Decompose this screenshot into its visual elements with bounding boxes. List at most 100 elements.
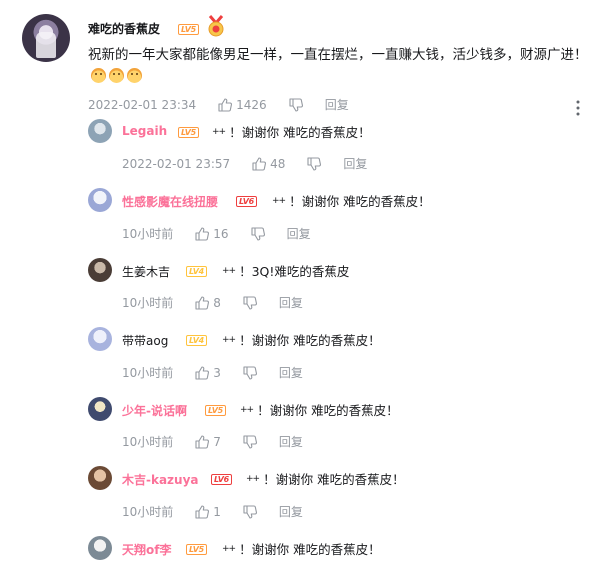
dislike-button[interactable] xyxy=(243,295,257,310)
level-badge: LV5 xyxy=(178,127,199,138)
reply-text: ++ ！谢谢你 难吃的香蕉皮！ xyxy=(246,469,405,488)
comment-date: 10小时前 xyxy=(122,435,174,449)
dislike-button[interactable] xyxy=(243,434,257,449)
comment-text: 祝新的一年大家都能像男足一样，一直在摆烂，一直赚大钱，活少钱多，财源广进！ xyxy=(88,45,588,87)
reply-text: ++ ！谢谢你 难吃的香蕉皮！ xyxy=(222,330,381,349)
thumb-up-icon xyxy=(195,226,210,241)
reply-username[interactable]: 少年-说话啊 xyxy=(122,402,187,419)
reply-text: ++ ！谢谢你 难吃的香蕉皮！ xyxy=(212,122,371,141)
level-badge: LV4 xyxy=(186,335,207,346)
comment-date: 10小时前 xyxy=(122,366,174,380)
reply-body: ！谢谢你 难吃的香蕉皮！ xyxy=(239,542,381,557)
avatar[interactable] xyxy=(88,188,112,212)
comment-meta: 10小时前 7 回复 xyxy=(122,433,303,450)
dislike-button[interactable] xyxy=(243,365,257,380)
reply-body: ！谢谢你 难吃的香蕉皮！ xyxy=(263,472,405,487)
like-button[interactable]: 8 xyxy=(195,296,221,310)
comment-date: 2022-02-01 23:57 xyxy=(122,156,231,171)
reply-text: ++ ！谢谢你 难吃的香蕉皮！ xyxy=(272,191,431,210)
doge-emoji-icon xyxy=(127,68,142,83)
reply-username[interactable]: 天翔of李 xyxy=(122,541,171,558)
avatar[interactable] xyxy=(88,397,112,421)
reply-username[interactable]: 带带aog xyxy=(122,332,168,349)
thumb-down-icon xyxy=(289,97,303,112)
emote-tag: ++ xyxy=(222,335,236,345)
level-badge: LV5 xyxy=(186,544,207,555)
dislike-button[interactable] xyxy=(289,97,303,112)
reply-text: ++ ！3Q!难吃的香蕉皮 xyxy=(222,261,349,280)
emote-tag: ++ xyxy=(212,127,226,137)
dislike-button[interactable] xyxy=(307,156,322,171)
avatar[interactable] xyxy=(88,536,112,560)
comment-meta: 10小时前 8 回复 xyxy=(122,294,303,311)
emote-tag: ++ xyxy=(272,196,286,206)
doge-emoji-icon xyxy=(109,68,124,83)
emote-tag: ++ xyxy=(246,474,260,484)
reply-body: ！谢谢你 难吃的香蕉皮！ xyxy=(239,333,381,348)
like-count: 1426 xyxy=(236,97,267,112)
thumb-down-icon xyxy=(243,504,257,519)
avatar[interactable] xyxy=(88,466,112,490)
thumb-up-icon xyxy=(218,97,233,112)
comment-date: 10小时前 xyxy=(122,296,174,310)
dislike-button[interactable] xyxy=(243,504,257,519)
level-badge: LV5 xyxy=(178,24,199,35)
avatar[interactable] xyxy=(88,119,112,143)
main-username[interactable]: 难吃的香蕉皮 xyxy=(88,20,160,37)
reply-body: ！谢谢你 难吃的香蕉皮！ xyxy=(257,403,399,418)
level-badge: LV6 xyxy=(211,474,232,485)
avatar[interactable] xyxy=(88,327,112,351)
thumb-up-icon xyxy=(252,156,267,171)
emote-tag: ++ xyxy=(240,405,254,415)
comment-date: 2022-02-01 23:34 xyxy=(88,97,197,112)
like-button[interactable]: 1426 xyxy=(218,98,267,112)
doge-emoji-icon xyxy=(91,68,106,83)
reply-username[interactable]: 性感影魔在线扭腰 xyxy=(122,193,218,210)
comment-body: 祝新的一年大家都能像男足一样，一直在摆烂，一直赚大钱，活少钱多，财源广进！ xyxy=(88,47,588,63)
level-badge: LV5 xyxy=(205,405,226,416)
like-button[interactable]: 7 xyxy=(195,435,221,449)
like-count: 8 xyxy=(213,295,221,310)
reply-body: ！3Q!难吃的香蕉皮 xyxy=(239,264,350,279)
emote-tag: ++ xyxy=(222,544,236,554)
like-button[interactable]: 48 xyxy=(252,157,285,171)
reply-username[interactable]: 木吉-kazuya xyxy=(122,471,199,488)
like-button[interactable]: 1 xyxy=(195,505,221,519)
comment-thread: 难吃的香蕉皮 LV5 祝新的一年大家都能像男足一样，一直在摆烂，一直赚大钱，活少… xyxy=(0,0,607,571)
reply-button[interactable]: 回复 xyxy=(343,155,367,172)
thumb-down-icon xyxy=(243,295,257,310)
comment-date: 10小时前 xyxy=(122,505,174,519)
reply-button[interactable]: 回复 xyxy=(279,503,303,520)
thumb-up-icon xyxy=(195,295,210,310)
comment-date: 10小时前 xyxy=(122,227,174,241)
like-button[interactable]: 16 xyxy=(195,226,229,241)
reply-text: ++ ！谢谢你 难吃的香蕉皮！ xyxy=(240,400,399,419)
like-button[interactable]: 3 xyxy=(195,366,221,380)
thumb-up-icon xyxy=(195,504,210,519)
reply-text: ++ ！谢谢你 难吃的香蕉皮！ xyxy=(222,539,381,558)
emote-tag: ++ xyxy=(222,266,236,276)
reply-button[interactable]: 回复 xyxy=(325,96,349,113)
reply-button[interactable]: 回复 xyxy=(287,225,311,242)
like-count: 1 xyxy=(213,504,221,519)
reply-username[interactable]: 生姜木吉 xyxy=(122,263,170,280)
comment-meta: 10小时前 1 回复 xyxy=(122,503,303,520)
reply-button[interactable]: 回复 xyxy=(279,433,303,450)
thumb-down-icon xyxy=(307,156,322,171)
thumb-down-icon xyxy=(243,365,257,380)
level-badge: LV4 xyxy=(186,266,207,277)
reply-body: ！谢谢你 难吃的香蕉皮！ xyxy=(289,194,431,209)
reply-button[interactable]: 回复 xyxy=(279,294,303,311)
comment-meta: 2022-02-01 23:57 48 回复 xyxy=(122,155,367,172)
like-count: 3 xyxy=(213,365,221,380)
comment-meta: 2022-02-01 23:34 1426 回复 xyxy=(88,96,349,113)
reply-username[interactable]: Legaih xyxy=(122,124,167,138)
reply-button[interactable]: 回复 xyxy=(279,364,303,381)
thumb-up-icon xyxy=(195,365,210,380)
avatar[interactable] xyxy=(88,258,112,282)
level-badge: LV6 xyxy=(236,196,257,207)
dislike-button[interactable] xyxy=(251,226,265,241)
thumb-down-icon xyxy=(251,226,265,241)
avatar[interactable] xyxy=(22,14,70,62)
more-options-icon[interactable] xyxy=(576,100,580,116)
